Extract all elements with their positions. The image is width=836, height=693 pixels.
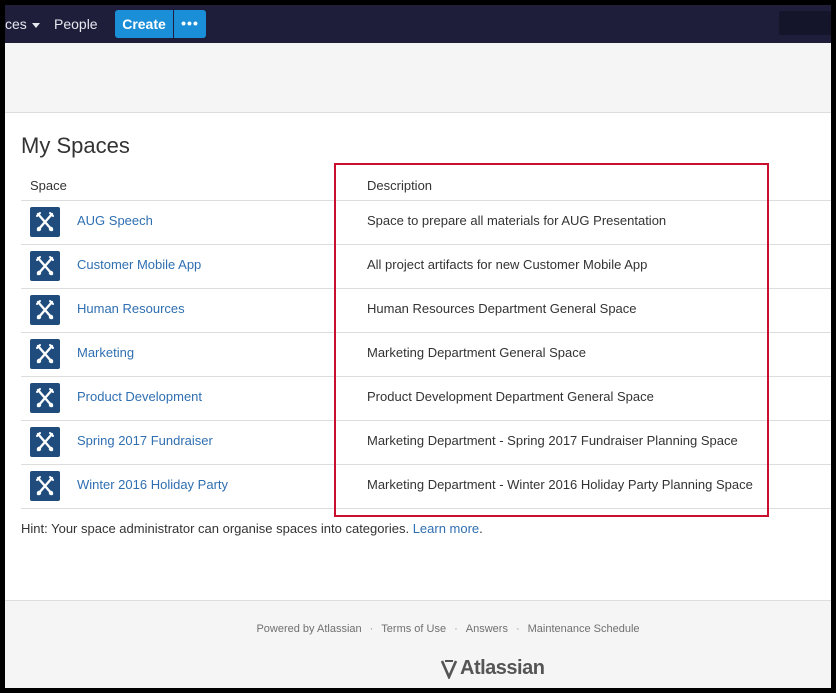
app-window: ces People Create ••• My Spaces Space De… (5, 5, 831, 688)
atlassian-logo-text: Atlassian (460, 657, 545, 679)
more-create-options-button[interactable]: ••• (174, 10, 206, 38)
search-input[interactable] (779, 11, 831, 35)
space-name-link[interactable]: Product Development (77, 389, 202, 404)
table-bottom-divider (21, 508, 831, 509)
tools-icon[interactable] (30, 339, 60, 369)
space-name-link[interactable]: AUG Speech (77, 213, 153, 228)
column-header-description[interactable]: Description (367, 178, 432, 193)
nav-spaces-menu[interactable]: ces (5, 5, 40, 43)
space-description: Product Development Department General S… (367, 389, 654, 404)
space-name-link[interactable]: Spring 2017 Fundraiser (77, 433, 213, 448)
atlassian-logo[interactable]: Atlassian (439, 657, 545, 683)
column-header-space[interactable]: Space (30, 178, 67, 193)
atlassian-logo-icon (440, 659, 458, 680)
footer-link-terms[interactable]: Terms of Use (381, 623, 446, 635)
nav-spaces-label: ces (5, 16, 27, 32)
table-header-row: Space Description (21, 171, 831, 200)
footer-link-maintenance[interactable]: Maintenance Schedule (528, 623, 640, 635)
table-row: Product Development Product Development D… (21, 376, 831, 420)
space-description: Marketing Department - Winter 2016 Holid… (367, 477, 753, 492)
table-row: Marketing Marketing Department General Sp… (21, 332, 831, 376)
tools-icon[interactable] (30, 251, 60, 281)
space-name-link[interactable]: Customer Mobile App (77, 257, 201, 272)
caret-down-icon (31, 22, 40, 28)
nav-people-link[interactable]: People (54, 5, 98, 43)
space-name-link[interactable]: Human Resources (77, 301, 185, 316)
hint-suffix: . (479, 521, 483, 536)
footer-link-answers[interactable]: Answers (466, 623, 508, 635)
space-description: All project artifacts for new Customer M… (367, 257, 648, 272)
space-description: Human Resources Department General Space (367, 301, 637, 316)
ellipsis-icon: ••• (181, 15, 199, 31)
table-row: AUG Speech Space to prepare all materials… (21, 200, 831, 244)
spaces-table: Space Description AUG Speech Space to pre… (21, 171, 831, 509)
space-name-link[interactable]: Marketing (77, 345, 134, 360)
table-row: Human Resources Human Resources Departmen… (21, 288, 831, 332)
footer-separator: · (369, 623, 374, 635)
tools-icon[interactable] (30, 383, 60, 413)
top-navigation: ces People Create ••• (5, 5, 831, 43)
create-button[interactable]: Create (115, 10, 173, 38)
table-row: Spring 2017 Fundraiser Marketing Departme… (21, 420, 831, 464)
table-row: Winter 2016 Holiday Party Marketing Depar… (21, 464, 831, 508)
hint-text: Hint: Your space administrator can organ… (21, 521, 483, 536)
page-title: My Spaces (21, 133, 130, 158)
footer-link-powered-by[interactable]: Powered by Atlassian (256, 623, 361, 635)
space-description: Space to prepare all materials for AUG P… (367, 213, 667, 228)
footer-separator: · (454, 623, 458, 635)
tools-icon[interactable] (30, 427, 60, 457)
space-description: Marketing Department - Spring 2017 Fundr… (367, 433, 738, 448)
footer: Powered by Atlassian · Terms of Use · Answer… (5, 600, 831, 688)
space-name-link[interactable]: Winter 2016 Holiday Party (77, 477, 228, 492)
page-header-band (5, 43, 831, 113)
tools-icon[interactable] (30, 295, 60, 325)
tools-icon[interactable] (30, 471, 60, 501)
learn-more-link[interactable]: Learn more (413, 521, 479, 536)
footer-links: Powered by Atlassian · Terms of Use · Answer… (5, 623, 831, 635)
table-row: Customer Mobile App All project artifacts… (21, 244, 831, 288)
space-description: Marketing Department General Space (367, 345, 586, 360)
table-body: AUG Speech Space to prepare all materials… (21, 200, 831, 508)
hint-message: Hint: Your space administrator can organ… (21, 521, 410, 536)
footer-separator: · (515, 623, 520, 635)
tools-icon[interactable] (30, 207, 60, 237)
